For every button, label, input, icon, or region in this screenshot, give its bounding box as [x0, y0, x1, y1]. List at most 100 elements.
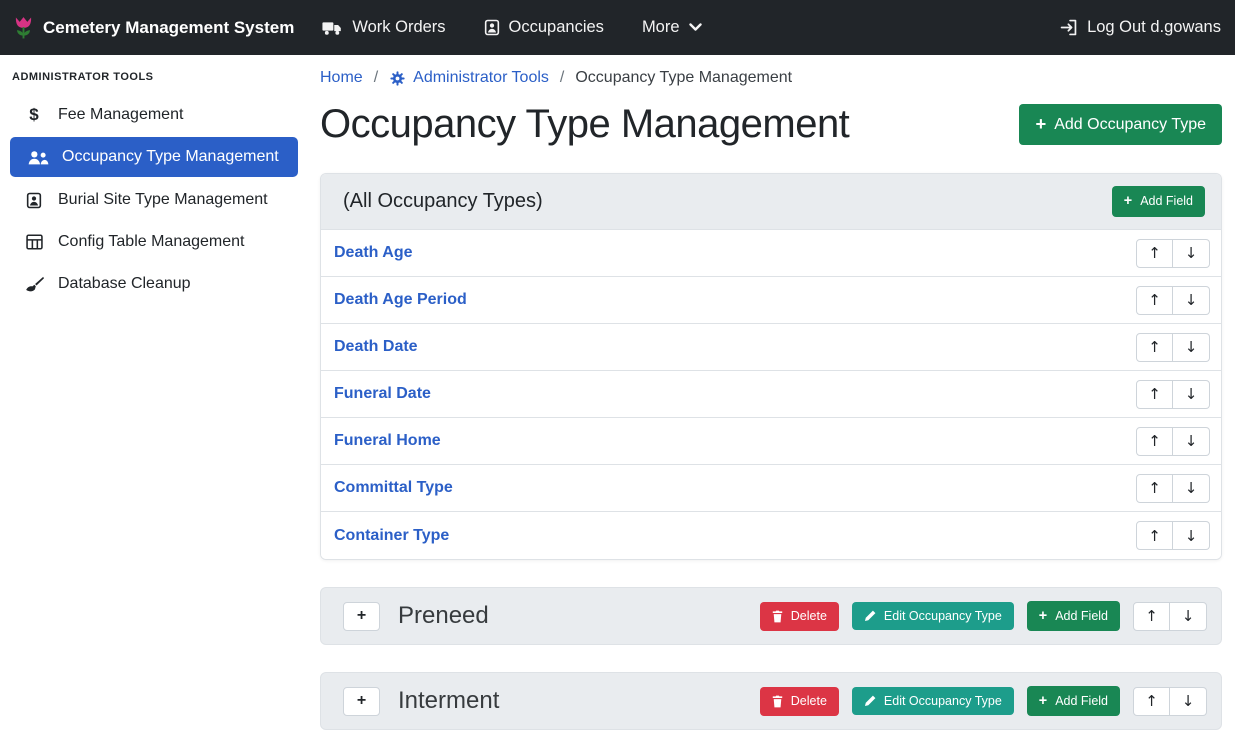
- add-field-button[interactable]: + Add Field: [1027, 601, 1120, 631]
- move-down-button[interactable]: ↓: [1173, 521, 1210, 550]
- users-icon: [26, 150, 50, 165]
- move-up-button[interactable]: ↑: [1136, 380, 1173, 409]
- add-field-button[interactable]: + Add Field: [1112, 186, 1205, 216]
- expand-button[interactable]: +: [343, 602, 380, 631]
- delete-button[interactable]: Delete: [760, 687, 839, 716]
- field-link[interactable]: Committal Type: [334, 479, 453, 497]
- breadcrumb-home[interactable]: Home: [320, 69, 363, 87]
- app-brand[interactable]: Cemetery Management System: [14, 15, 294, 41]
- all-occupancy-types-header: (All Occupancy Types) + Add Field: [321, 174, 1221, 230]
- sidebar: Administrator Tools $ Fee Management Occ…: [0, 55, 300, 738]
- move-down-button[interactable]: ↓: [1170, 687, 1207, 716]
- field-link[interactable]: Funeral Date: [334, 385, 431, 403]
- reorder-button-group: ↑ ↓: [1136, 333, 1210, 362]
- app-root: Cemetery Management System Work Orders: [0, 0, 1235, 738]
- reorder-button-group: ↑ ↓: [1136, 286, 1210, 315]
- reorder-button-group: ↑ ↓: [1136, 474, 1210, 503]
- move-up-button[interactable]: ↑: [1136, 521, 1173, 550]
- add-field-label: Add Field: [1140, 195, 1193, 208]
- plus-icon: +: [1124, 194, 1132, 208]
- breadcrumb-separator: /: [374, 69, 378, 87]
- plus-icon: +: [1035, 115, 1046, 133]
- field-row: Death Age Period ↑ ↓: [321, 277, 1221, 324]
- tulip-logo-icon: [14, 15, 33, 41]
- reorder-button-group: ↑ ↓: [1136, 239, 1210, 268]
- sidebar-item-label: Fee Management: [58, 106, 183, 124]
- app-title: Cemetery Management System: [43, 18, 294, 38]
- add-field-label: Add Field: [1055, 610, 1108, 623]
- sidebar-item-database-cleanup[interactable]: Database Cleanup: [0, 264, 300, 304]
- occupancy-type-title: Preneed: [398, 602, 489, 630]
- move-down-button[interactable]: ↓: [1173, 380, 1210, 409]
- expand-button[interactable]: +: [343, 687, 380, 716]
- chevron-down-icon: [689, 23, 702, 32]
- move-down-button[interactable]: ↓: [1173, 286, 1210, 315]
- main-content: Home /: [300, 55, 1235, 738]
- reorder-button-group: ↑ ↓: [1136, 380, 1210, 409]
- sidebar-item-burial-site-type-management[interactable]: Burial Site Type Management: [0, 180, 300, 220]
- top-navbar: Cemetery Management System Work Orders: [0, 0, 1235, 55]
- move-up-button[interactable]: ↑: [1133, 687, 1170, 716]
- all-occupancy-types-card: (All Occupancy Types) + Add Field Death …: [320, 173, 1222, 560]
- breadcrumb-separator: /: [560, 69, 564, 87]
- field-link[interactable]: Container Type: [334, 527, 449, 545]
- move-down-button[interactable]: ↓: [1170, 602, 1207, 631]
- move-down-button[interactable]: ↓: [1173, 239, 1210, 268]
- move-up-button[interactable]: ↑: [1136, 427, 1173, 456]
- field-link[interactable]: Death Age Period: [334, 291, 467, 309]
- move-up-button[interactable]: ↑: [1136, 333, 1173, 362]
- move-up-button[interactable]: ↑: [1136, 474, 1173, 503]
- add-field-label: Add Field: [1055, 695, 1108, 708]
- pencil-icon: [864, 610, 876, 622]
- sidebar-item-fee-management[interactable]: $ Fee Management: [0, 95, 300, 135]
- nav-work-orders-label: Work Orders: [352, 18, 445, 37]
- sidebar-item-label: Config Table Management: [58, 233, 245, 251]
- field-link[interactable]: Funeral Home: [334, 432, 441, 450]
- edit-occupancy-type-label: Edit Occupancy Type: [884, 695, 1002, 708]
- edit-occupancy-type-button[interactable]: Edit Occupancy Type: [852, 602, 1014, 631]
- title-row: Occupancy Type Management + Add Occupanc…: [320, 102, 1222, 147]
- nav-more-label: More: [642, 18, 680, 37]
- breadcrumb-admin-tools[interactable]: Administrator Tools: [389, 69, 549, 87]
- pencil-icon: [864, 695, 876, 707]
- reorder-button-group: ↑ ↓: [1136, 427, 1210, 456]
- portrait-icon: [22, 192, 46, 209]
- nav-occupancies-label: Occupancies: [509, 18, 604, 37]
- move-down-button[interactable]: ↓: [1173, 333, 1210, 362]
- delete-button[interactable]: Delete: [760, 602, 839, 631]
- field-row: Death Date ↑ ↓: [321, 324, 1221, 371]
- field-link[interactable]: Death Date: [334, 338, 418, 356]
- reorder-button-group: ↑ ↓: [1133, 687, 1207, 716]
- breadcrumb-admin-tools-label: Administrator Tools: [413, 69, 549, 87]
- gear-icon: [389, 70, 406, 87]
- dollar-icon: $: [22, 105, 46, 125]
- occupancy-type-section-preneed: + Preneed Delete: [320, 587, 1222, 645]
- nav-occupancies[interactable]: Occupancies: [484, 18, 604, 37]
- card-title: (All Occupancy Types): [343, 190, 543, 213]
- edit-occupancy-type-button[interactable]: Edit Occupancy Type: [852, 687, 1014, 716]
- add-occupancy-type-button[interactable]: + Add Occupancy Type: [1019, 104, 1222, 144]
- nav-work-orders[interactable]: Work Orders: [322, 18, 445, 37]
- move-up-button[interactable]: ↑: [1136, 239, 1173, 268]
- move-up-button[interactable]: ↑: [1136, 286, 1173, 315]
- reorder-button-group: ↑ ↓: [1136, 521, 1210, 550]
- move-down-button[interactable]: ↓: [1173, 427, 1210, 456]
- edit-occupancy-type-label: Edit Occupancy Type: [884, 610, 1002, 623]
- field-row: Funeral Home ↑ ↓: [321, 418, 1221, 465]
- reorder-button-group: ↑ ↓: [1133, 602, 1207, 631]
- field-link[interactable]: Death Age: [334, 244, 413, 262]
- move-down-button[interactable]: ↓: [1173, 474, 1210, 503]
- layout: Administrator Tools $ Fee Management Occ…: [0, 55, 1235, 738]
- sidebar-item-config-table-management[interactable]: Config Table Management: [0, 222, 300, 262]
- main-nav: Work Orders Occupancies More: [322, 18, 701, 37]
- portrait-icon: [484, 19, 500, 36]
- occupancy-type-title: Interment: [398, 687, 499, 715]
- navbar-right: Log Out d.gowans: [1059, 18, 1221, 37]
- trash-icon: [772, 695, 783, 708]
- nav-more[interactable]: More: [642, 18, 702, 37]
- logout-label: Log Out d.gowans: [1087, 18, 1221, 37]
- add-field-button[interactable]: + Add Field: [1027, 686, 1120, 716]
- logout-link[interactable]: Log Out d.gowans: [1059, 18, 1221, 37]
- sidebar-item-occupancy-type-management[interactable]: Occupancy Type Management: [10, 137, 298, 177]
- move-up-button[interactable]: ↑: [1133, 602, 1170, 631]
